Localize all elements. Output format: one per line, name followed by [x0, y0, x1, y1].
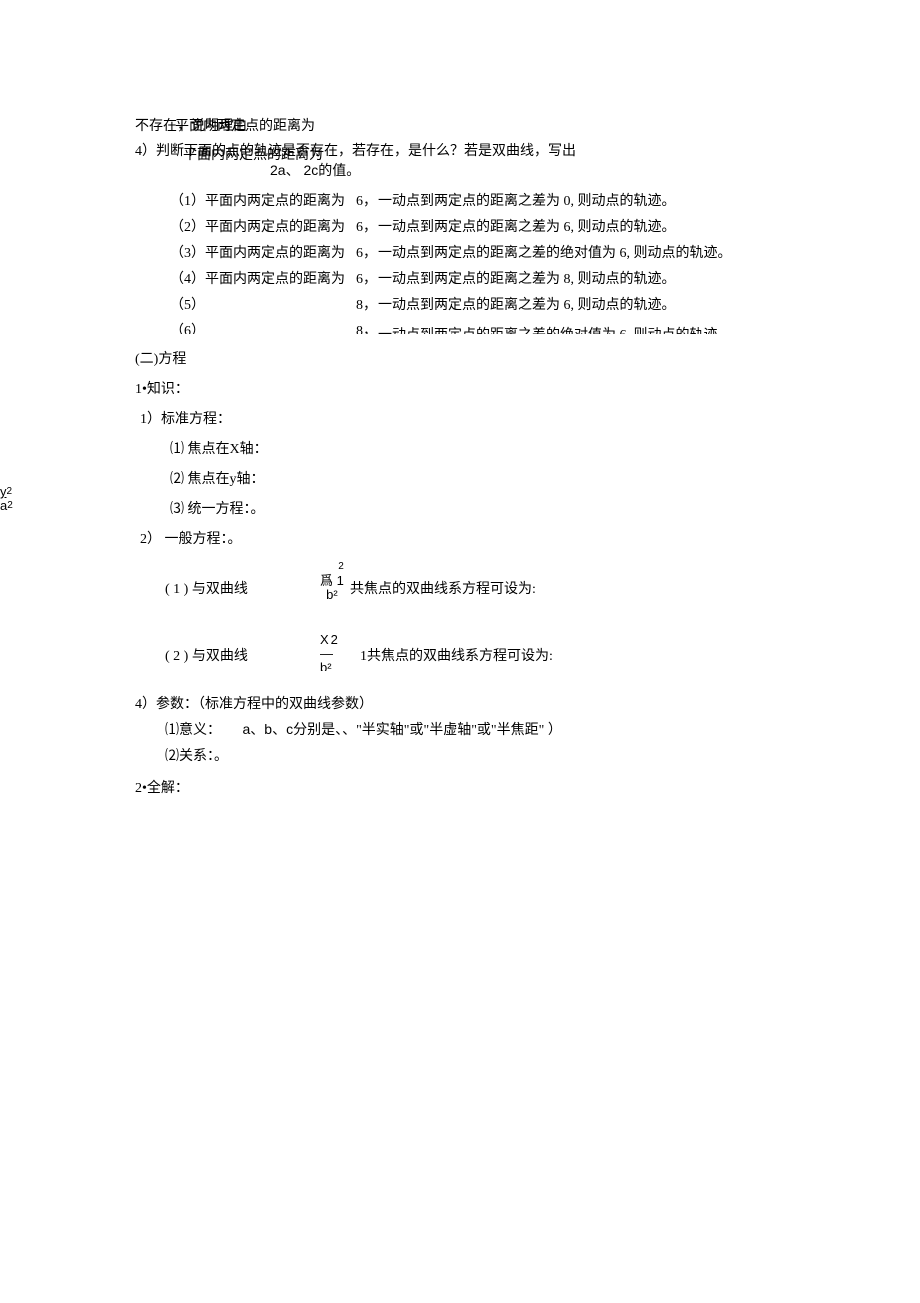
confocal-2-frac: X2 — b²	[320, 633, 338, 671]
std-sub3: ⑶ 统一方程：。	[170, 498, 890, 518]
item-mid: 8，	[356, 320, 377, 334]
item-desc: 一动点到两定点的距离之差的绝对值为 6, 则动点的轨迹。	[378, 242, 732, 262]
frac-sup: 2	[338, 561, 344, 572]
item-5: （5） 8， 一动点到两定点的距离之差为 6, 则动点的轨迹。	[30, 292, 890, 316]
std-sub2: ⑵ 焦点在y轴：	[170, 468, 890, 488]
item-desc: 一动点到两定点的距离之差为 6, 则动点的轨迹。	[378, 294, 676, 314]
item-label: （2）平面内两定点的距离为	[170, 216, 345, 236]
params-line1: ⑴意义： a、b、c分别是、、"半实轴"或"半虚轴"或"半焦距" ）	[165, 719, 890, 739]
item-desc: 一动点到两定点的距离之差为 6, 则动点的轨迹。	[378, 216, 676, 236]
confocal-1-label: ( 1 ) 与双曲线	[165, 578, 248, 598]
side-fraction: y2 a2	[0, 485, 13, 513]
frac-top: X	[320, 632, 329, 647]
item-1: （1）平面内两定点的距离为 6， 一动点到两定点的距离之差为 0, 则动点的轨迹…	[30, 188, 890, 212]
general-eq: 2） 一般方程：。	[140, 528, 890, 548]
item-6: （6） 8， 一动点到两定点的距离之差的绝对值为 6, 则动点的轨迹。	[30, 318, 890, 334]
document-content: 不存在，说明理由 平面内两定点的距离为 4）判断下面的点的轨迹是否存在，若存在，…	[30, 115, 890, 807]
confocal-1: ( 1 ) 与双曲线 2 爲 1 b² 共焦点的双曲线系方程可设为:	[30, 558, 890, 618]
frac-mid: 爲 1	[320, 573, 344, 588]
params-after: 、、"半实轴"或"半虚轴"或"半焦距" ）	[335, 723, 562, 738]
confocal-1-after: 共焦点的双曲线系方程可设为:	[350, 578, 536, 598]
std-sub1: ⑴ 焦点在X轴：	[170, 438, 890, 458]
question-4-header: 4）判断下面的点的轨迹是否存在，若存在，是什么？若是双曲线，写出 平面内两定点的…	[30, 140, 890, 180]
q4-overlap: 平面内两定点的距离为	[183, 144, 323, 164]
item-label: （1）平面内两定点的距离为	[170, 190, 345, 210]
confocal-1-frac: 2 爲 1 b²	[320, 558, 344, 602]
overlap-text-2: 平面内两定点的距离为	[175, 115, 315, 135]
item-mid: 8，	[356, 294, 377, 314]
frac-bot: b²	[320, 661, 332, 671]
item-label: （5）	[170, 294, 205, 314]
item-label: （6）	[170, 320, 205, 334]
side-frac-top-sup: 2	[7, 486, 13, 497]
item-desc: 一动点到两定点的距离之差为 0, 则动点的轨迹。	[378, 190, 676, 210]
item-4: （4）平面内两定点的距离为 6， 一动点到两定点的距离之差为 8, 则动点的轨迹…	[30, 266, 890, 290]
side-frac-bot-sup: 2	[7, 500, 13, 511]
overlap-line: 不存在，说明理由 平面内两定点的距离为	[30, 115, 890, 135]
item-label: （3）平面内两定点的距离为	[170, 242, 345, 262]
item-3: （3）平面内两定点的距离为 6， 一动点到两定点的距离之差的绝对值为 6, 则动…	[30, 240, 890, 264]
item-mid: 6，	[356, 242, 377, 262]
confocal-2: ( 2 ) 与双曲线 X2 — b² 1共焦点的双曲线系方程可设为:	[30, 623, 890, 683]
item-label: （4）平面内两定点的距离为	[170, 268, 345, 288]
frac-mid: —	[320, 646, 333, 661]
params-mid: a、b、c分别是	[243, 721, 336, 737]
section-2-title: (二)方程	[135, 348, 890, 368]
frac-sup: 2	[331, 632, 338, 647]
item-desc: 一动点到两定点的距离之差的绝对值为 6, 则动点的轨迹。	[378, 324, 732, 334]
q4-text-left: 4）判断下面的点的轨迹是否存在，若存在，是什么？若是双曲线，写出 平面内两定点的…	[135, 140, 576, 160]
section-2-subtitle: 1•知识：	[135, 378, 890, 398]
item-mid: 6，	[356, 190, 377, 210]
item-2: （2）平面内两定点的距离为 6， 一动点到两定点的距离之差为 6, 则动点的轨迹…	[30, 214, 890, 238]
params-section: 4）参数：（标准方程中的双曲线参数） ⑴意义： a、b、c分别是、、"半实轴"或…	[30, 693, 890, 765]
confocal-2-label: ( 2 ) 与双曲线	[165, 645, 248, 665]
params-header: 4）参数：（标准方程中的双曲线参数）	[135, 693, 890, 713]
final-line: 2•全解：	[135, 777, 890, 797]
confocal-2-after: 1共焦点的双曲线系方程可设为:	[360, 645, 553, 665]
std-header: 1）标准方程：	[140, 408, 890, 428]
item-mid: 6，	[356, 268, 377, 288]
params-line2: ⑵关系：。	[165, 745, 890, 765]
params-pre: ⑴意义：	[165, 723, 221, 738]
item-mid: 6，	[356, 216, 377, 236]
item-desc: 一动点到两定点的距离之差为 8, 则动点的轨迹。	[378, 268, 676, 288]
frac-bot: b²	[326, 587, 338, 602]
